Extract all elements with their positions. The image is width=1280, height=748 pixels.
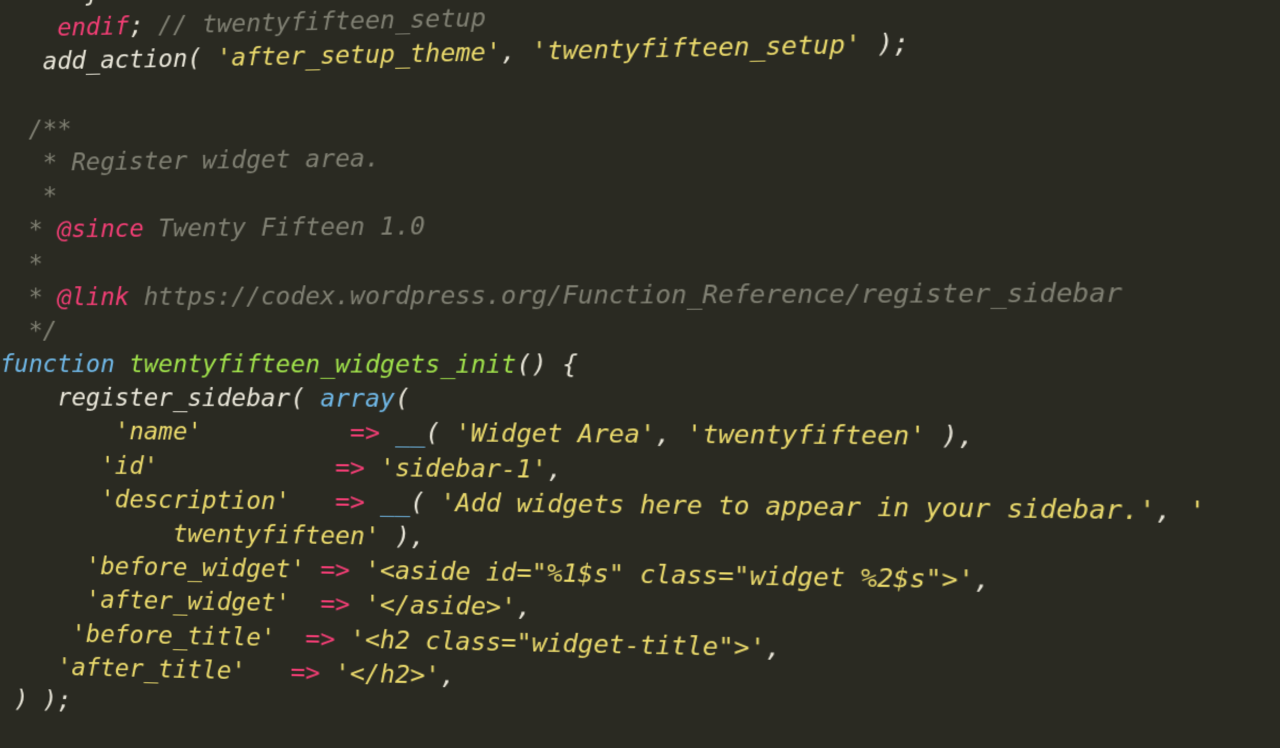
code-line: endif; // twentyfifteen_setup <box>0 5 486 44</box>
code-line: twentyfifteen' ), <box>0 519 425 552</box>
code-comment: * @since Twenty Fifteen 1.0 <box>0 213 425 244</box>
code-comment: * @link https://codex.wordpress.org/Func… <box>0 279 1122 311</box>
code-comment: * Register widget area. <box>0 145 380 177</box>
code-comment: * <box>0 250 43 277</box>
code-line: 'after_widget' => '</aside>', <box>0 586 532 623</box>
code-comment: /** <box>0 116 71 144</box>
code-line: } <box>0 0 100 10</box>
code-line: 'name' => __( 'Widget Area', 'twentyfift… <box>0 418 974 452</box>
code-comment: */ <box>0 318 57 345</box>
code-line: ) ); <box>0 686 71 715</box>
code-line: 'id' => 'sidebar-1', <box>0 452 562 484</box>
code-line: register_sidebar( array( <box>0 385 410 414</box>
code-line: 'after_title' => '</h2>', <box>0 652 455 690</box>
code-line: function twentyfifteen_widgets_init() { <box>0 351 578 379</box>
code-editor-content[interactable]: } endif; // twentyfifteen_setup add_acti… <box>0 0 1206 748</box>
code-comment: * <box>0 183 57 211</box>
